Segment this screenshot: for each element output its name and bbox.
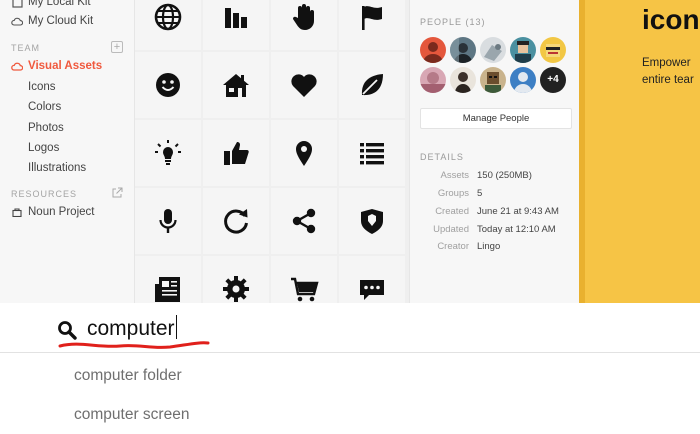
avatar[interactable] [510, 37, 536, 63]
grid-cell[interactable] [135, 188, 201, 254]
grid-cell[interactable] [271, 256, 337, 303]
grid-cell[interactable] [135, 120, 201, 186]
grid-cell[interactable] [203, 0, 269, 50]
bag-icon [11, 206, 23, 218]
icon-grid [135, 0, 409, 303]
grid-cell[interactable] [271, 52, 337, 118]
grid-cell[interactable] [339, 256, 405, 303]
share-icon [292, 208, 316, 234]
sidebar-item-label: Noun Project [28, 206, 95, 218]
team-section-header: TEAM [11, 43, 41, 53]
add-team-icon[interactable]: + [111, 41, 123, 53]
grid-cell[interactable] [339, 0, 405, 50]
promo-body-line: entire tear [642, 74, 694, 86]
detail-row-creator: Creator Lingo [437, 241, 501, 252]
app-window: My Local Kit My Cloud Kit TEAM + Visual … [0, 0, 700, 303]
sidebar-item-colors[interactable]: Colors [28, 101, 61, 113]
grid-cell[interactable] [271, 120, 337, 186]
hand-icon [292, 4, 314, 30]
avatar[interactable] [450, 67, 476, 93]
sidebar-item-label: Visual Assets [28, 60, 103, 72]
grid-cell[interactable] [271, 188, 337, 254]
grid-cell[interactable] [203, 120, 269, 186]
leaf-icon [361, 74, 383, 96]
text-caret [175, 315, 177, 339]
grid-cell[interactable] [135, 52, 201, 118]
search-icon [58, 321, 77, 340]
sidebar-item-my-cloud-kit[interactable]: My Cloud Kit [11, 15, 93, 27]
avatar[interactable] [510, 67, 536, 93]
list-icon [360, 143, 384, 165]
lightbulb-icon [155, 140, 181, 165]
avatar[interactable] [420, 67, 446, 93]
grid-cell[interactable] [339, 120, 405, 186]
avatar[interactable] [480, 67, 506, 93]
sidebar-item-photos[interactable]: Photos [28, 122, 64, 134]
sidebar-item-my-local-kit[interactable]: My Local Kit [11, 0, 91, 8]
external-link-icon[interactable] [111, 187, 123, 199]
sidebar-item-noun-project[interactable]: Noun Project [11, 206, 94, 218]
smiley-icon [156, 73, 180, 97]
grid-cell[interactable] [339, 52, 405, 118]
details-panel: PEOPLE (13) +4 Manage People DETAILS Ass… [409, 0, 579, 303]
newspaper-icon [155, 277, 180, 302]
search-overlay: computer computer folder computer screen [0, 303, 700, 434]
avatar[interactable] [480, 37, 506, 63]
grid-cell[interactable] [203, 52, 269, 118]
grid-cell[interactable] [203, 188, 269, 254]
sidebar-item-label: My Cloud Kit [28, 15, 94, 27]
grid-cell[interactable] [135, 0, 201, 50]
promo-title: icons [642, 4, 700, 35]
detail-row-created: Created June 21 at 9:43 AM [435, 206, 559, 217]
chat-bubble-icon [360, 280, 384, 300]
detail-row-groups: Groups 5 [437, 188, 483, 199]
avatar[interactable] [420, 37, 446, 63]
promo-body-line: Empower [642, 57, 691, 69]
flag-icon [362, 6, 382, 30]
thumbs-up-icon [224, 142, 249, 165]
search-suggestion[interactable]: computer folder [74, 367, 182, 385]
kit-icon [11, 0, 23, 8]
house-icon [223, 74, 249, 97]
sidebar-item-logos[interactable]: Logos [28, 142, 59, 154]
map-pin-icon [296, 141, 312, 166]
red-underline-annotation [58, 341, 210, 349]
more-people-badge[interactable]: +4 [540, 67, 566, 93]
grid-cell[interactable] [339, 188, 405, 254]
sidebar-item-icons[interactable]: Icons [28, 81, 56, 93]
search-suggestion[interactable]: computer screen [74, 406, 189, 424]
search-bar: computer [0, 303, 700, 353]
promo-edge [579, 0, 585, 303]
people-header: PEOPLE (13) [420, 17, 486, 27]
detail-row-assets: Assets 150 (250MB) [440, 170, 532, 181]
microphone-icon [159, 209, 177, 233]
sidebar-item-visual-assets[interactable]: Visual Assets [11, 60, 102, 72]
details-header: DETAILS [420, 152, 464, 162]
heart-icon [291, 74, 317, 97]
cloud-icon [11, 60, 23, 72]
avatar[interactable] [540, 37, 566, 63]
bar-chart-icon [225, 8, 247, 28]
grid-cell[interactable] [271, 0, 337, 50]
cloud-icon [11, 15, 23, 27]
search-query: computer [87, 317, 175, 340]
sidebar-item-label: My Local Kit [28, 0, 91, 8]
grid-cell[interactable] [135, 256, 201, 303]
sidebar-item-illustrations[interactable]: Illustrations [28, 162, 86, 174]
promo-panel [579, 0, 700, 303]
gear-icon [223, 276, 249, 302]
avatar[interactable] [450, 37, 476, 63]
sidebar: My Local Kit My Cloud Kit TEAM + Visual … [0, 0, 135, 303]
search-input[interactable]: computer [87, 315, 177, 341]
shield-icon [361, 209, 383, 234]
refresh-icon [224, 209, 248, 234]
grid-cell[interactable] [203, 256, 269, 303]
resources-section-header: RESOURCES [11, 189, 78, 199]
shopping-cart-icon [291, 277, 319, 302]
detail-row-updated: Updated Today at 12:10 AM [433, 224, 556, 235]
globe-icon [154, 3, 182, 31]
manage-people-button[interactable]: Manage People [420, 108, 572, 129]
